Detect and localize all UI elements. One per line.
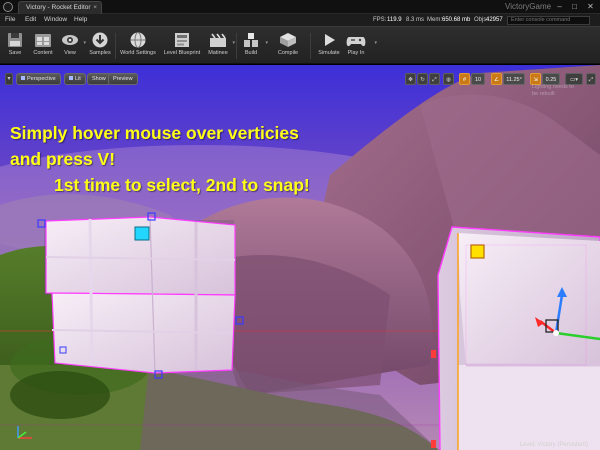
menu-bar: File Edit Window Help FPS: 119.9 8.3 ms … <box>0 14 600 26</box>
maximize-viewport-icon[interactable]: ⤢ <box>586 73 596 85</box>
compile-icon <box>280 33 296 47</box>
lit-mode-icon <box>69 76 73 80</box>
samples-label: Samples <box>89 50 111 56</box>
perspective-cube-icon <box>21 76 25 80</box>
close-tab-icon[interactable]: × <box>93 2 97 14</box>
perspective-button[interactable]: Perspective <box>16 73 61 85</box>
samples-button[interactable]: Samples <box>88 30 112 62</box>
right-cube-mesh <box>431 226 600 450</box>
minimize-button[interactable]: – <box>553 2 566 12</box>
main-toolbar: Save Content View ▾ Samples World Settin… <box>0 26 600 64</box>
mem-label: Mem: <box>427 17 442 23</box>
level-viewport[interactable]: ▾ Perspective Lit Show Preview ✥ ↻ ⤢ ◍ #… <box>0 64 600 450</box>
axis-indicator-icon <box>17 426 32 439</box>
tutorial-line-3: 1st time to select, 2nd to snap! <box>54 175 310 195</box>
build-label: Build <box>244 50 258 56</box>
level-blueprint-label: Level Blueprint <box>163 50 201 56</box>
viewport-toolbar: ▾ Perspective Lit Show Preview ✥ ↻ ⤢ ◍ #… <box>0 73 600 87</box>
view-button[interactable]: View ▾ <box>60 30 86 62</box>
menu-file[interactable]: File <box>5 14 15 26</box>
build-button[interactable]: Build ▾ <box>240 30 268 62</box>
title-bar: Victory - Rocket Editor × VictoryGame – … <box>0 0 600 14</box>
lit-button[interactable]: Lit <box>64 73 86 85</box>
gamepad-icon <box>346 37 366 47</box>
matinee-label: Matinee <box>208 50 228 56</box>
fps-value: 119.9 <box>387 17 402 23</box>
globe-icon <box>130 32 146 48</box>
blueprint-icon <box>175 33 189 47</box>
rotate-mode-icon[interactable]: ↻ <box>417 73 428 85</box>
matinee-dropdown-icon[interactable]: ▾ <box>232 40 235 46</box>
document-tab[interactable]: Victory - Rocket Editor × <box>18 1 102 14</box>
menu-help[interactable]: Help <box>74 14 87 26</box>
save-button[interactable]: Save <box>4 30 26 62</box>
content-browser-icon <box>35 34 51 47</box>
frame-ms: 8.3 ms <box>406 17 425 23</box>
view-label: View <box>64 50 76 56</box>
level-name-label: Level: Victory (Persistent) <box>519 442 588 448</box>
rotation-snap-toggle[interactable]: ∠ <box>491 73 502 85</box>
save-label: Save <box>8 50 22 56</box>
build-blocks-icon <box>244 33 258 47</box>
compile-label: Compile <box>277 50 299 56</box>
build-dropdown-icon[interactable]: ▾ <box>265 40 268 46</box>
world-settings-label: World Settings <box>120 50 156 56</box>
simulate-button[interactable]: Simulate <box>314 30 344 62</box>
menu-window[interactable]: Window <box>44 14 67 26</box>
play-in-button[interactable]: Play In ▾ <box>345 30 377 62</box>
document-tab-title: Victory - Rocket Editor <box>26 4 91 11</box>
objs-value: 42957 <box>486 17 503 23</box>
matinee-button[interactable]: Matinee ▾ <box>207 30 235 62</box>
mem-value: 650.68 mb <box>442 17 471 23</box>
menu-edit[interactable]: Edit <box>25 14 36 26</box>
preview-button[interactable]: Preview <box>108 73 138 85</box>
lighting-warning-line-1: Lighting needs to <box>532 84 574 90</box>
level-blueprint-button[interactable]: Level Blueprint <box>162 30 202 62</box>
clapperboard-icon <box>210 33 226 47</box>
lighting-warning: Lighting needs to be rebuilt <box>532 84 574 98</box>
save-icon <box>8 33 22 47</box>
fps-label: FPS: <box>373 17 387 23</box>
lighting-warning-line-2: be rebuilt <box>532 91 555 97</box>
play-triangle-icon <box>325 34 335 46</box>
toolbar-separator <box>310 33 311 59</box>
content-label: Content <box>33 50 53 56</box>
world-local-icon[interactable]: ◍ <box>443 73 454 85</box>
project-name: VictoryGame <box>505 2 552 11</box>
lit-label: Lit <box>75 76 81 82</box>
scale-mode-icon[interactable]: ⤢ <box>429 73 440 85</box>
tutorial-line-1: Simply hover mouse over verticies <box>10 123 299 143</box>
left-cube-mesh <box>37 212 244 379</box>
toolbar-separator <box>115 33 116 59</box>
editor-window: Victory - Rocket Editor × VictoryGame – … <box>0 0 600 450</box>
play-dropdown-icon[interactable]: ▾ <box>374 40 377 46</box>
unreal-logo-icon <box>3 2 13 12</box>
rotation-snap-value[interactable]: 11.25° <box>503 73 525 85</box>
viewport-options-button[interactable]: ▾ <box>5 73 13 85</box>
close-window-button[interactable]: ✕ <box>584 2 597 12</box>
play-in-label: Play In <box>347 50 365 56</box>
view-dropdown-icon[interactable]: ▾ <box>83 40 86 46</box>
grid-snap-value[interactable]: 10 <box>471 73 485 85</box>
tutorial-overlay-text: Simply hover mouse over verticies and pr… <box>10 120 310 198</box>
perspective-label: Perspective <box>27 76 56 82</box>
tutorial-line-2: and press V! <box>10 149 116 169</box>
translate-mode-icon[interactable]: ✥ <box>405 73 416 85</box>
content-button[interactable]: Content <box>31 30 55 62</box>
world-settings-button[interactable]: World Settings <box>119 30 157 62</box>
eye-icon <box>62 35 78 45</box>
toolbar-separator <box>236 33 237 59</box>
simulate-label: Simulate <box>318 50 340 56</box>
console-command-input[interactable]: Enter console command <box>507 16 590 25</box>
maximize-button[interactable]: □ <box>568 2 581 12</box>
download-icon <box>92 32 108 48</box>
grid-snap-toggle[interactable]: # <box>459 73 470 85</box>
compile-button[interactable]: Compile <box>274 30 302 62</box>
